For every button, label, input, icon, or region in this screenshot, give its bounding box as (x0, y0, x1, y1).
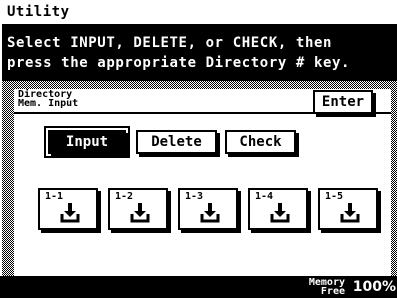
down-arrow-tray-icon (270, 203, 290, 223)
directory-key-label: 1-4 (255, 191, 274, 202)
directory-key-1-4[interactable]: 1-4 (248, 188, 308, 230)
delete-mode-button[interactable]: Delete (136, 130, 217, 154)
directory-key-label: 1-1 (45, 191, 64, 202)
down-arrow-tray-icon (130, 203, 150, 223)
title-bar: Utility (2, 2, 397, 24)
directory-key-1-1[interactable]: 1-1 (38, 188, 98, 230)
window-title: Utility (7, 4, 70, 20)
down-arrow-tray-icon (60, 203, 80, 223)
down-arrow-tray-icon (200, 203, 220, 223)
directory-key-label: 1-2 (115, 191, 134, 202)
enter-button[interactable]: Enter (313, 90, 373, 114)
directory-key-1-2[interactable]: 1-2 (108, 188, 168, 230)
memory-free-label: Free (320, 286, 345, 297)
check-mode-button[interactable]: Check (225, 130, 296, 154)
instruction-line-2: press the appropriate Directory # key. (7, 55, 351, 71)
memory-free-value: 100% (352, 279, 396, 295)
down-arrow-tray-icon (340, 203, 360, 223)
directory-key-1-3[interactable]: 1-3 (178, 188, 238, 230)
section-title-line-2: Mem. Input (18, 98, 79, 109)
directory-key-label: 1-5 (325, 191, 344, 202)
content-panel (14, 89, 391, 276)
directory-key-1-5[interactable]: 1-5 (318, 188, 378, 230)
directory-key-label: 1-3 (185, 191, 204, 202)
input-mode-button[interactable]: Input (44, 126, 130, 158)
instruction-banner: Select INPUT, DELETE, or CHECK, then pre… (2, 27, 397, 81)
instruction-line-1: Select INPUT, DELETE, or CHECK, then (7, 35, 333, 51)
